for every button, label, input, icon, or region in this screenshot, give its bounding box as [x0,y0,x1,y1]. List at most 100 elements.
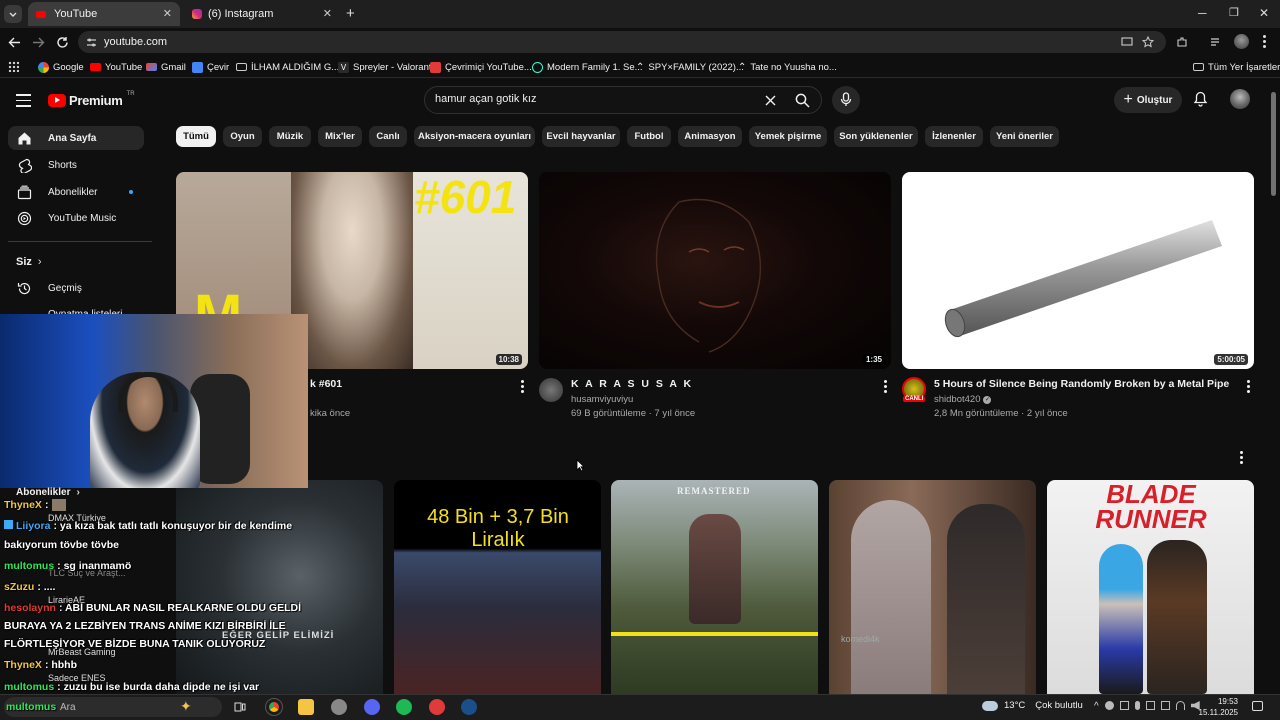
bookmark-spy-family[interactable]: ⌃ SPY×FAMILY (2022)... [636,60,744,74]
microphone-icon[interactable] [1134,701,1140,710]
channel-avatar[interactable] [539,378,563,402]
chrome-taskbar-icon[interactable] [265,698,283,716]
task-view-icon[interactable] [234,701,246,713]
steam-taskbar-icon[interactable] [461,699,477,715]
browser-menu-icon[interactable] [1263,35,1267,48]
window-close-button[interactable]: ✕ [1259,6,1269,20]
url-bar[interactable]: youtube.com [78,31,1166,53]
sidebar-item-home[interactable]: Ana Sayfa [8,126,144,150]
reload-icon[interactable] [56,36,69,49]
sidebar-subscriptions-heading[interactable]: Abonelikler › [16,487,80,498]
taskbar-search-box[interactable]: multomus Ara ✦ [4,697,222,717]
system-tray[interactable]: ^ [1094,701,1200,712]
video-thumbnail-row2-4[interactable]: komedi4k [829,480,1036,694]
network-icon[interactable] [1119,701,1129,710]
video-thumbnail-row2-2[interactable]: 48 Bin + 3,7 Bin Liralık [394,480,601,694]
file-explorer-icon[interactable] [298,699,314,715]
chip-action-adventure[interactable]: Aksiyon-macera oyunları [414,126,535,147]
chip-new-to-you[interactable]: Yeni öneriler [990,126,1059,147]
sidebar-item-subscriptions[interactable]: Abonelikler [8,180,144,204]
bookmark-tate-no-yuusha[interactable]: ⌃ Tate no Yuusha no... [738,60,837,74]
video-menu-icon[interactable] [881,380,889,394]
new-tab-button[interactable]: + [346,5,355,22]
account-avatar[interactable] [1230,89,1250,109]
channel-name[interactable]: shidbot420 ✓ [934,394,992,405]
chip-mixes[interactable]: Mix'ler [318,126,362,147]
app-taskbar-icon[interactable] [331,699,347,715]
sidebar-you-heading[interactable]: Siz › [16,256,42,268]
tab-instagram[interactable]: (6) Instagram ✕ [184,2,340,26]
bookmark-google[interactable]: Google [38,60,84,74]
bookmark-star-icon[interactable] [1142,36,1154,48]
video-menu-icon[interactable] [518,380,526,394]
notifications-icon[interactable] [1252,701,1263,711]
video-title[interactable]: 5 Hours of Silence Being Randomly Broken… [934,378,1229,390]
media-controls-icon[interactable] [1210,36,1222,48]
discord-taskbar-icon[interactable] [364,699,380,715]
video-thumbnail-row2-3[interactable]: REMASTERED [611,480,818,694]
channel-name[interactable]: husamviyuviyu [571,394,633,405]
create-button[interactable]: + Oluştur [1114,87,1182,113]
bookmark-gmail[interactable]: Gmail [146,60,186,74]
shelf-menu-icon[interactable] [1237,451,1245,465]
back-icon[interactable] [8,36,21,49]
weather-widget[interactable]: 13°C Çok bulutlu [982,700,1083,711]
video-title[interactable]: K A R A S U S A K [571,378,693,390]
apps-grid-icon[interactable] [8,61,19,72]
tray-app-icon[interactable] [1145,701,1155,710]
tab-youtube[interactable]: YouTube ✕ [28,2,180,26]
tray-app-icon[interactable] [1104,701,1114,710]
chip-gaming[interactable]: Oyun [223,126,262,147]
tab-search-dropdown[interactable] [4,5,22,23]
profile-avatar-icon[interactable] [1234,34,1249,49]
bookmark-folder-ilham[interactable]: İLHAM ALDIĞIM G... [236,60,339,74]
forward-icon[interactable] [32,36,45,49]
bookmark-modern-family[interactable]: Modern Family 1. Se... [532,60,643,74]
youtube-premium-logo[interactable]: Premium TR [48,91,135,108]
show-hidden-icons-icon[interactable]: ^ [1094,701,1099,712]
menu-icon[interactable] [16,94,31,107]
video-thumbnail-row2-5[interactable]: BLADE RUNNER [1047,480,1254,694]
site-info-icon[interactable] [86,37,97,48]
close-icon[interactable]: ✕ [323,7,332,20]
search-box[interactable]: hamur açan gotik kız [424,86,822,114]
chip-animation[interactable]: Animasyon [678,126,742,147]
video-thumbnail-row2-1[interactable]: EĞER GELİP ELİMİZİ [176,480,383,694]
restore-button[interactable]: ❐ [1229,6,1239,19]
video-menu-icon[interactable] [1244,380,1252,394]
bookmark-youtube-converter[interactable]: Çevrimiçi YouTube... [430,60,532,74]
wifi-icon[interactable] [1175,701,1185,710]
page-scrollbar[interactable] [1271,92,1276,196]
sidebar-item-youtube-music[interactable]: YouTube Music [8,206,144,230]
minimize-button[interactable]: ─ [1198,6,1207,20]
extensions-icon[interactable] [1176,36,1188,48]
tray-app-icon[interactable] [1160,701,1170,710]
obs-taskbar-icon[interactable] [429,699,445,715]
chip-all[interactable]: Tümü [176,126,216,147]
chip-football[interactable]: Futbol [627,126,671,147]
chip-live[interactable]: Canlı [369,126,407,147]
chip-music[interactable]: Müzik [269,126,311,147]
chip-cooking[interactable]: Yemek pişirme [749,126,827,147]
sidebar-item-shorts[interactable]: Shorts [8,153,144,177]
bookmark-valorant[interactable]: V Spreyler - Valorant [338,60,432,74]
sidebar-item-history[interactable]: Geçmiş [8,276,144,300]
clear-search-icon[interactable] [765,95,776,106]
video-title[interactable]: k #601 [310,378,342,390]
chip-pets[interactable]: Evcil hayvanlar [542,126,620,147]
voice-search-button[interactable] [832,86,860,114]
search-icon[interactable] [795,93,810,108]
chip-recently-uploaded[interactable]: Son yüklenenler [834,126,918,147]
video-thumbnail-3[interactable]: 5:00:05 [902,172,1254,369]
close-icon[interactable]: ✕ [163,7,172,20]
notifications-bell-icon[interactable] [1193,91,1208,107]
chip-watched[interactable]: İzlenenler [925,126,983,147]
search-input[interactable]: hamur açan gotik kız [435,93,537,105]
cast-icon[interactable] [1121,36,1133,48]
bookmark-youtube[interactable]: YouTube [90,60,142,74]
bookmark-translate[interactable]: Çevir [192,60,229,74]
all-bookmarks-folder[interactable]: Tüm Yer İşaretleri [1193,60,1280,74]
spotify-taskbar-icon[interactable] [396,699,412,715]
video-thumbnail-2[interactable]: 1:35 [539,172,891,369]
taskbar-clock[interactable]: 19:53 15.11.2025 [1198,696,1238,718]
